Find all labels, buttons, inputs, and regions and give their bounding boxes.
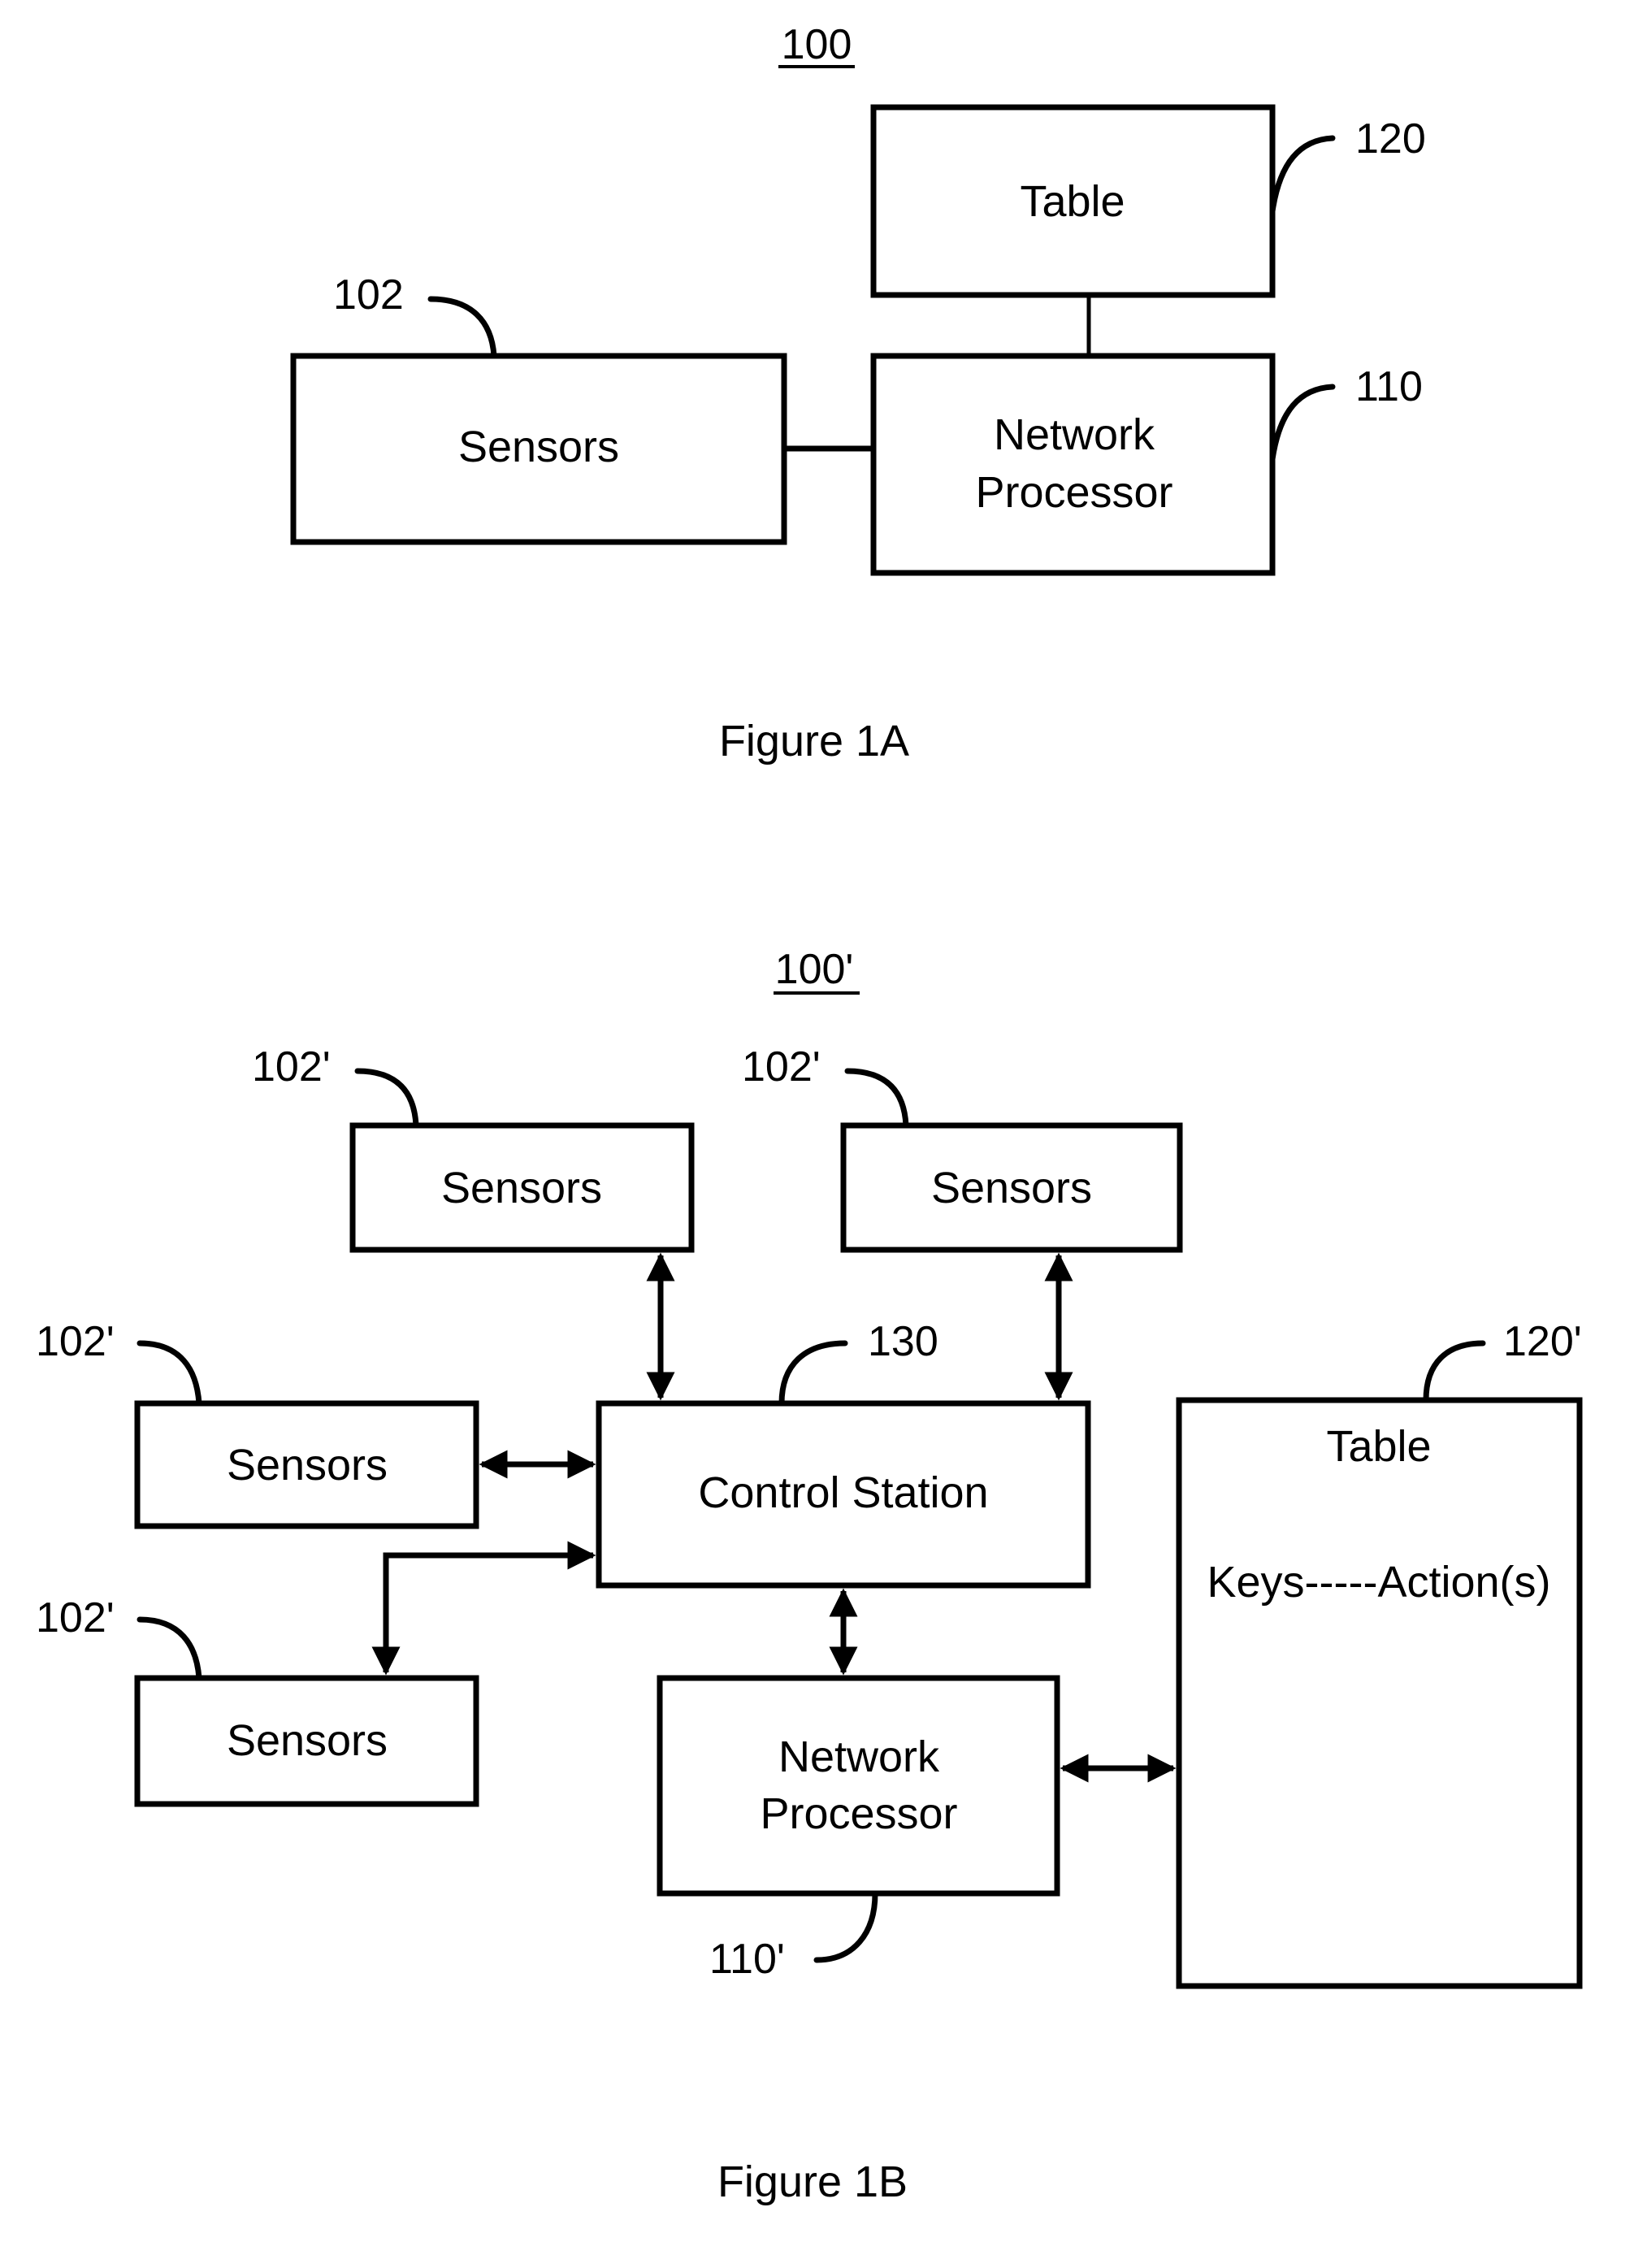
leader-line-102 (427, 296, 497, 359)
sensors-label: Sensors (458, 423, 619, 471)
sensors-top-left-label: Sensors (441, 1164, 602, 1212)
sensors-bottom-left-label: Sensors (227, 1716, 388, 1765)
network-processor-block: Network Processor (870, 353, 1276, 576)
ref-110-prime: 110' (709, 1936, 785, 1983)
sensors-middle-left-block: Sensors (134, 1400, 479, 1529)
table-prime-box (1176, 1397, 1583, 1989)
ref-102: 102 (333, 271, 404, 319)
ref-102-bottom-left: 102' (36, 1594, 115, 1641)
table-prime-label: Table (1326, 1422, 1431, 1471)
figure-1b-caption: Figure 1B (717, 2157, 908, 2206)
ref-102-top-right: 102' (742, 1043, 821, 1091)
table-label: Table (1020, 177, 1125, 226)
figure-1b: 100' Sensors 102' Sensors 102' Sensors 1… (36, 946, 1583, 2206)
table-prime-content: Keys-----Action(s) (1207, 1558, 1550, 1607)
table-block: Table (870, 104, 1276, 298)
figure-1a-caption: Figure 1A (719, 717, 909, 765)
control-station-label: Control Station (698, 1468, 988, 1517)
sensors-top-left-block: Sensors (349, 1122, 695, 1253)
network-processor-box (870, 353, 1276, 576)
figure-1a-ref-number: 100 (782, 21, 852, 68)
patent-figure-sheet: 100 Table 120 Sensors 102 Network Proces… (36, 21, 1583, 2206)
leader-line-130 (778, 1340, 848, 1407)
sensors-block: Sensors (290, 353, 787, 545)
ref-130: 130 (868, 1318, 938, 1365)
ref-102-top-left: 102' (252, 1043, 331, 1091)
figure-1a: 100 Table 120 Sensors 102 Network Proces… (290, 21, 1426, 765)
network-processor-label-line1: Network (994, 410, 1155, 459)
control-station-block: Control Station (596, 1400, 1091, 1589)
ref-110: 110 (1355, 363, 1423, 410)
network-processor-prime-label-line2: Processor (760, 1789, 957, 1838)
ref-120-prime: 120' (1503, 1318, 1582, 1365)
leader-line-120 (1269, 135, 1336, 215)
figure-1b-ref-number: 100' (775, 946, 854, 993)
network-processor-prime-box (657, 1675, 1060, 1897)
network-processor-prime-block: Network Processor (657, 1675, 1060, 1897)
arrow-sensors-bottom-left-control-station (371, 1541, 596, 1676)
ref-120: 120 (1355, 115, 1426, 163)
sensors-bottom-left-block: Sensors (134, 1675, 479, 1807)
leader-line-110 (1269, 384, 1336, 462)
leader-line-120-prime (1423, 1340, 1486, 1403)
ref-102-middle-left: 102' (36, 1318, 115, 1365)
leader-line-102-middle-left (137, 1340, 202, 1407)
network-processor-prime-label-line1: Network (778, 1732, 940, 1781)
sensors-middle-left-label: Sensors (227, 1441, 388, 1490)
sensors-top-right-label: Sensors (931, 1164, 1092, 1212)
leader-line-102-top-left (354, 1068, 419, 1129)
leader-line-110-prime (813, 1890, 878, 1963)
table-prime-block: Table Keys-----Action(s) (1176, 1397, 1583, 1989)
leader-line-102-bottom-left (137, 1616, 202, 1681)
sensors-top-right-block: Sensors (840, 1122, 1183, 1253)
network-processor-label-line2: Processor (975, 468, 1172, 517)
leader-line-102-top-right (844, 1068, 909, 1129)
